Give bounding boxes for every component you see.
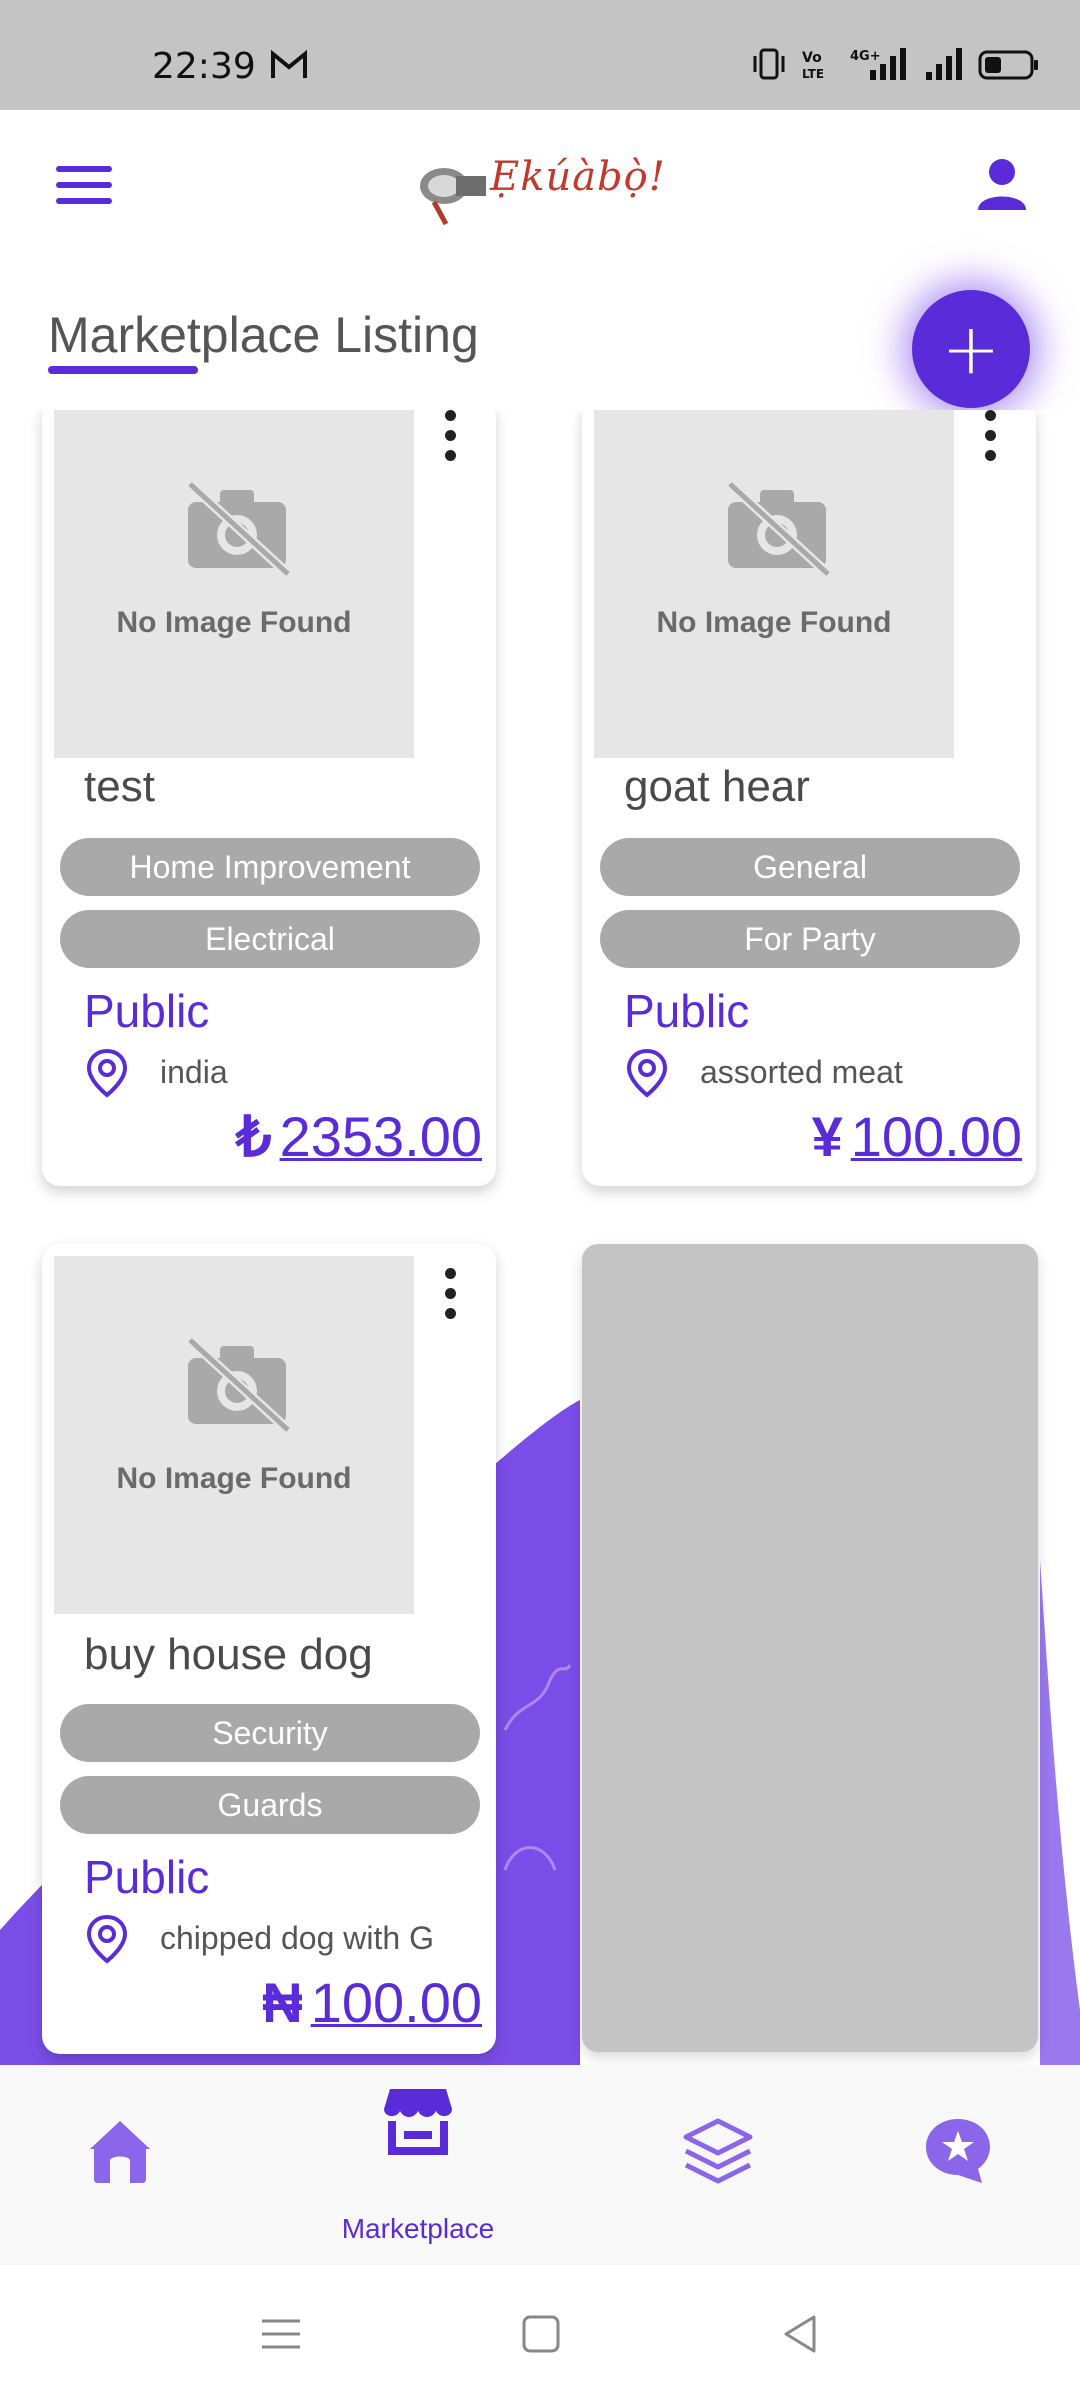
- back-icon[interactable]: [776, 2309, 826, 2359]
- svg-text:4G+: 4G+: [850, 49, 881, 64]
- recent-apps-icon[interactable]: [256, 2309, 306, 2359]
- listing-name: test: [84, 762, 155, 811]
- visibility-label: Public: [624, 985, 750, 1037]
- signal-4g-icon: 4G+: [850, 48, 906, 80]
- subcategory-chip[interactable]: For Party: [600, 910, 1020, 968]
- svg-text:Vo: Vo: [802, 50, 822, 66]
- listing-name: goat hear: [624, 762, 810, 811]
- nav-layers[interactable]: [618, 2065, 818, 2265]
- loading-placeholder-card: [582, 1244, 1038, 2052]
- category-chip[interactable]: Security: [60, 1704, 480, 1762]
- listing-image-placeholder: No Image Found: [54, 410, 414, 758]
- price-amount: 100.00: [850, 1105, 1022, 1168]
- subcategory-chip[interactable]: Guards: [60, 1776, 480, 1834]
- no-image-camera-icon: [726, 480, 830, 576]
- app-header: Ẹkúàbọ̀!: [0, 110, 1080, 290]
- price-amount: 2353.00: [279, 1105, 482, 1168]
- no-image-text: No Image Found: [116, 606, 352, 639]
- signal-icon: [926, 48, 962, 80]
- store-icon: [384, 2089, 452, 2155]
- user-icon[interactable]: [974, 156, 1030, 212]
- listing-price[interactable]: ¥100.00: [812, 1104, 1022, 1169]
- listing-grid[interactable]: No Image Found test Home Improvement Ele…: [0, 410, 1080, 2065]
- gmail-icon: [271, 50, 307, 78]
- location-pin-icon: [86, 1048, 128, 1098]
- logo-text: Ẹkúàbọ̀!: [490, 154, 666, 200]
- currency-symbol: ₦: [262, 1971, 303, 2034]
- listing-image-placeholder: No Image Found: [54, 1256, 414, 1614]
- bottom-nav: Marketplace: [0, 2065, 1080, 2265]
- listing-card[interactable]: No Image Found buy house dog Security Gu…: [42, 1244, 496, 2054]
- layers-icon: [683, 2118, 753, 2184]
- listing-name: buy house dog: [84, 1630, 373, 1679]
- title-underline: [48, 366, 198, 374]
- status-bar: 22:39 Vo LTE 4G+: [0, 0, 1080, 110]
- listing-card[interactable]: No Image Found test Home Improvement Ele…: [42, 410, 496, 1186]
- system-nav-bar: [0, 2265, 1080, 2400]
- listing-card[interactable]: No Image Found goat hear General For Par…: [582, 410, 1036, 1186]
- currency-symbol: ₺: [235, 1105, 272, 1168]
- no-image-text: No Image Found: [656, 606, 892, 639]
- listing-location: india: [160, 1054, 228, 1090]
- listing-price[interactable]: ₦ 100.00: [262, 1970, 482, 2035]
- more-options-icon[interactable]: [442, 1268, 458, 1332]
- listing-location: assorted meat: [700, 1054, 903, 1090]
- listing-price[interactable]: ₺ 2353.00: [236, 1104, 482, 1170]
- more-options-icon[interactable]: [982, 410, 998, 474]
- category-chip[interactable]: General: [600, 838, 1020, 896]
- no-image-camera-icon: [186, 480, 290, 576]
- nav-marketplace-label: Marketplace: [341, 2213, 495, 2244]
- home-button-icon[interactable]: [516, 2309, 566, 2359]
- star-chat-icon: [926, 2119, 990, 2183]
- location-pin-icon: [626, 1048, 668, 1098]
- currency-symbol: ¥: [811, 1105, 843, 1168]
- page-title: Marketplace Listing: [48, 307, 479, 363]
- nav-home[interactable]: [20, 2065, 220, 2265]
- more-options-icon[interactable]: [442, 410, 458, 474]
- megaphone-icon: [420, 168, 486, 226]
- no-image-text: No Image Found: [116, 1462, 352, 1495]
- app-logo: Ẹkúàbọ̀!: [416, 146, 676, 230]
- location-pin-icon: [86, 1914, 128, 1964]
- volte-icon: Vo LTE: [802, 50, 824, 81]
- visibility-label: Public: [84, 1851, 210, 1903]
- battery-icon: [978, 50, 1038, 80]
- svg-text:LTE: LTE: [802, 67, 824, 81]
- listing-image-placeholder: No Image Found: [594, 410, 954, 758]
- visibility-label: Public: [84, 985, 210, 1037]
- vibrate-icon: [753, 48, 785, 80]
- status-time: 22:39: [152, 46, 256, 87]
- nav-reviews[interactable]: [858, 2065, 1058, 2265]
- no-image-camera-icon: [186, 1336, 290, 1432]
- category-chip[interactable]: Home Improvement: [60, 838, 480, 896]
- add-listing-button[interactable]: +: [912, 290, 1030, 408]
- subcategory-chip[interactable]: Electrical: [60, 910, 480, 968]
- status-icons: Vo LTE 4G+: [752, 44, 1040, 84]
- nav-marketplace[interactable]: Marketplace: [318, 2065, 518, 2265]
- home-icon: [90, 2121, 150, 2183]
- hamburger-icon[interactable]: [56, 166, 112, 206]
- listing-location: chipped dog with G: [160, 1920, 434, 1956]
- price-amount: 100.00: [310, 1971, 482, 2034]
